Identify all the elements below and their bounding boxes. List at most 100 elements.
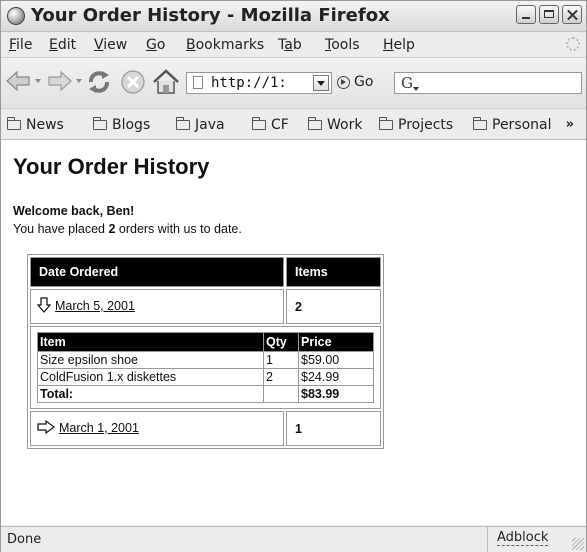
bookmark-java[interactable]: Java bbox=[176, 117, 225, 133]
col-price: Price bbox=[298, 332, 374, 352]
menu-go-accel: G bbox=[146, 37, 157, 53]
detail-qty: 2 bbox=[263, 368, 299, 386]
bookmark-label: Personal bbox=[492, 117, 552, 133]
col-item: Item bbox=[37, 332, 264, 352]
firefox-icon bbox=[7, 7, 25, 25]
menu-go[interactable]: Go bbox=[146, 37, 165, 53]
menu-bookmarks[interactable]: Bookmarks bbox=[186, 37, 264, 53]
order-items-count: 2 bbox=[286, 289, 381, 324]
bookmarks-overflow-button[interactable]: » bbox=[566, 117, 574, 132]
url-dropdown-button[interactable] bbox=[313, 75, 329, 91]
reload-button[interactable] bbox=[85, 68, 113, 96]
menu-view-accel: V bbox=[94, 37, 104, 53]
menu-file-label: ile bbox=[16, 37, 33, 53]
forward-dropdown-icon[interactable] bbox=[76, 79, 82, 83]
col-items: Items bbox=[286, 257, 381, 287]
menu-edit-label: dit bbox=[57, 37, 77, 53]
order-detail-row: Item Qty Price Size epsilon shoe 1 $59.0… bbox=[30, 326, 381, 409]
total-qty-empty bbox=[263, 385, 299, 403]
home-button[interactable] bbox=[151, 68, 181, 96]
folder-icon bbox=[252, 117, 266, 130]
maximize-button[interactable] bbox=[539, 5, 559, 24]
forward-button[interactable] bbox=[47, 68, 73, 96]
resize-grip-icon[interactable] bbox=[572, 538, 584, 550]
stop-button[interactable] bbox=[119, 68, 147, 96]
minimize-button[interactable] bbox=[516, 5, 536, 24]
order-date-cell: March 1, 2001 bbox=[30, 411, 284, 446]
expand-arrow-right-icon[interactable] bbox=[37, 419, 55, 437]
detail-price: $59.00 bbox=[298, 351, 374, 369]
detail-row: Size epsilon shoe 1 $59.00 bbox=[37, 351, 374, 369]
address-bar[interactable]: http://1: bbox=[186, 72, 332, 94]
detail-total-row: Total: $83.99 bbox=[37, 385, 374, 403]
detail-price: $24.99 bbox=[298, 368, 374, 386]
bookmark-blogs[interactable]: Blogs bbox=[93, 117, 150, 133]
bookmark-news[interactable]: News bbox=[7, 117, 64, 133]
collapse-arrow-down-icon[interactable] bbox=[36, 297, 52, 316]
bookmark-work[interactable]: Work bbox=[308, 117, 362, 133]
close-button[interactable] bbox=[562, 5, 582, 24]
menu-tab[interactable]: Tab bbox=[278, 37, 302, 53]
menu-help-label: elp bbox=[393, 37, 415, 53]
detail-item: Size epsilon shoe bbox=[37, 351, 264, 369]
menu-view[interactable]: View bbox=[94, 37, 127, 53]
orders-summary: You have placed 2 orders with us to date… bbox=[13, 222, 242, 236]
menu-tools[interactable]: Tools bbox=[325, 37, 360, 53]
menu-view-label: iew bbox=[103, 37, 128, 53]
window-controls bbox=[516, 5, 582, 24]
welcome-message: Welcome back, Ben! bbox=[13, 204, 135, 218]
order-detail-table: Item Qty Price Size epsilon shoe 1 $59.0… bbox=[37, 332, 374, 403]
bookmark-label: News bbox=[26, 117, 64, 133]
col-qty: Qty bbox=[263, 332, 299, 352]
menu-tools-label: ools bbox=[331, 37, 360, 53]
bookmark-label: Projects bbox=[398, 117, 454, 133]
go-icon bbox=[337, 75, 350, 89]
bookmark-label: Java bbox=[195, 117, 225, 133]
back-button[interactable] bbox=[5, 68, 31, 96]
menu-help[interactable]: Help bbox=[383, 37, 415, 53]
go-button[interactable]: Go bbox=[337, 74, 373, 90]
col-date-ordered: Date Ordered bbox=[30, 257, 284, 287]
bookmark-cf[interactable]: CF bbox=[252, 117, 289, 133]
menu-bookmarks-label: ookmarks bbox=[195, 37, 265, 53]
total-label: Total: bbox=[37, 385, 264, 403]
order-date-link[interactable]: March 5, 2001 bbox=[55, 299, 135, 313]
bookmark-label: Work bbox=[327, 117, 363, 133]
search-bar[interactable]: G bbox=[394, 72, 582, 94]
forward-arrow-icon bbox=[48, 70, 72, 92]
orders-summary-suffix: orders with us to date. bbox=[115, 222, 242, 236]
menu-edit[interactable]: Edit bbox=[49, 37, 76, 53]
window-title: Your Order History - Mozilla Firefox bbox=[31, 5, 390, 26]
bookmark-label: Blogs bbox=[112, 117, 151, 133]
url-input[interactable]: http://1: bbox=[211, 75, 307, 91]
order-row: March 1, 2001 1 bbox=[30, 411, 381, 446]
page-content: Your Order History Welcome back, Ben! Yo… bbox=[1, 140, 586, 525]
folder-icon bbox=[7, 117, 21, 130]
back-dropdown-icon[interactable] bbox=[35, 79, 41, 83]
order-detail-cell: Item Qty Price Size epsilon shoe 1 $59.0… bbox=[30, 326, 381, 409]
menu-go-label: o bbox=[156, 37, 166, 53]
reload-icon bbox=[89, 71, 109, 93]
adblock-label[interactable]: Adblock bbox=[497, 530, 549, 546]
menu-tab-accel: a bbox=[284, 37, 293, 53]
stop-icon bbox=[121, 70, 145, 94]
google-search-icon[interactable]: G bbox=[401, 74, 419, 92]
title-bar[interactable]: Your Order History - Mozilla Firefox bbox=[1, 1, 586, 32]
status-text: Done bbox=[7, 532, 42, 547]
menu-help-accel: H bbox=[383, 37, 394, 53]
bookmark-projects[interactable]: Projects bbox=[379, 117, 453, 133]
bookmark-personal[interactable]: Personal bbox=[473, 117, 552, 133]
menu-bookmarks-accel: B bbox=[186, 37, 196, 53]
home-icon bbox=[153, 69, 179, 94]
menu-file[interactable]: File bbox=[9, 37, 32, 53]
order-date-link[interactable]: March 1, 2001 bbox=[59, 421, 139, 435]
browser-window: Your Order History - Mozilla Firefox Fil… bbox=[0, 0, 587, 552]
orders-header-row: Date Ordered Items bbox=[30, 257, 381, 287]
bookmark-label: CF bbox=[271, 117, 289, 133]
adblock-panel[interactable]: Adblock bbox=[487, 527, 562, 552]
folder-icon bbox=[473, 117, 487, 130]
menu-tab-label: b bbox=[292, 37, 302, 53]
folder-icon bbox=[176, 117, 190, 130]
page-icon bbox=[193, 76, 203, 89]
menu-file-accel: F bbox=[9, 37, 17, 53]
